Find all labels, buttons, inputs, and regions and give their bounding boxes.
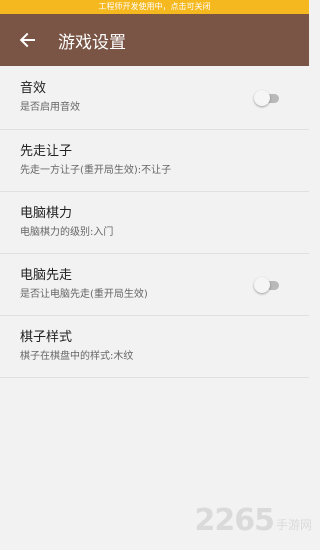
toggle-thumb xyxy=(254,89,270,106)
sound-toggle[interactable] xyxy=(254,89,280,106)
watermark-digits: 2265 xyxy=(194,503,274,538)
setting-sound-title: 音效 xyxy=(20,80,47,96)
setting-sound[interactable]: 音效 是否启用音效 xyxy=(0,66,309,130)
settings-list: 音效 是否启用音效 先走让子 先走一方让子(重开局生效):不让子 电脑棋力 电脑… xyxy=(0,66,309,378)
toggle-thumb xyxy=(254,276,270,293)
setting-handicap-title: 先走让子 xyxy=(20,143,73,159)
setting-sound-subtitle: 是否启用音效 xyxy=(20,101,80,113)
ai-first-toggle[interactable] xyxy=(254,276,280,293)
arrow-left-icon xyxy=(19,32,35,48)
page-title: 游戏设置 xyxy=(58,32,126,53)
setting-piece-style-subtitle: 棋子在棋盘中的样式:木纹 xyxy=(20,350,134,362)
back-button[interactable] xyxy=(0,14,54,66)
setting-handicap-subtitle: 先走一方让子(重开局生效):不让子 xyxy=(20,164,172,176)
setting-ai-first-subtitle: 是否让电脑先走(重开局生效) xyxy=(20,288,148,300)
setting-piece-style[interactable]: 棋子样式 棋子在棋盘中的样式:木纹 xyxy=(0,316,309,378)
setting-handicap[interactable]: 先走让子 先走一方让子(重开局生效):不让子 xyxy=(0,130,309,192)
setting-ai-level-subtitle: 电脑棋力的级别:入门 xyxy=(20,226,114,238)
setting-ai-first-title: 电脑先走 xyxy=(20,267,73,283)
watermark-text: 手游网 xyxy=(275,518,312,532)
app-bar: 游戏设置 xyxy=(0,14,309,66)
setting-piece-style-title: 棋子样式 xyxy=(20,329,73,345)
watermark-logo: 2265 手游网 xyxy=(194,506,312,536)
setting-ai-level[interactable]: 电脑棋力 电脑棋力的级别:入门 xyxy=(0,192,309,254)
setting-ai-first[interactable]: 电脑先走 是否让电脑先走(重开局生效) xyxy=(0,254,309,316)
dev-banner[interactable]: 工程师开发使用中，点击可关闭 xyxy=(0,0,309,14)
setting-ai-level-title: 电脑棋力 xyxy=(20,205,73,221)
